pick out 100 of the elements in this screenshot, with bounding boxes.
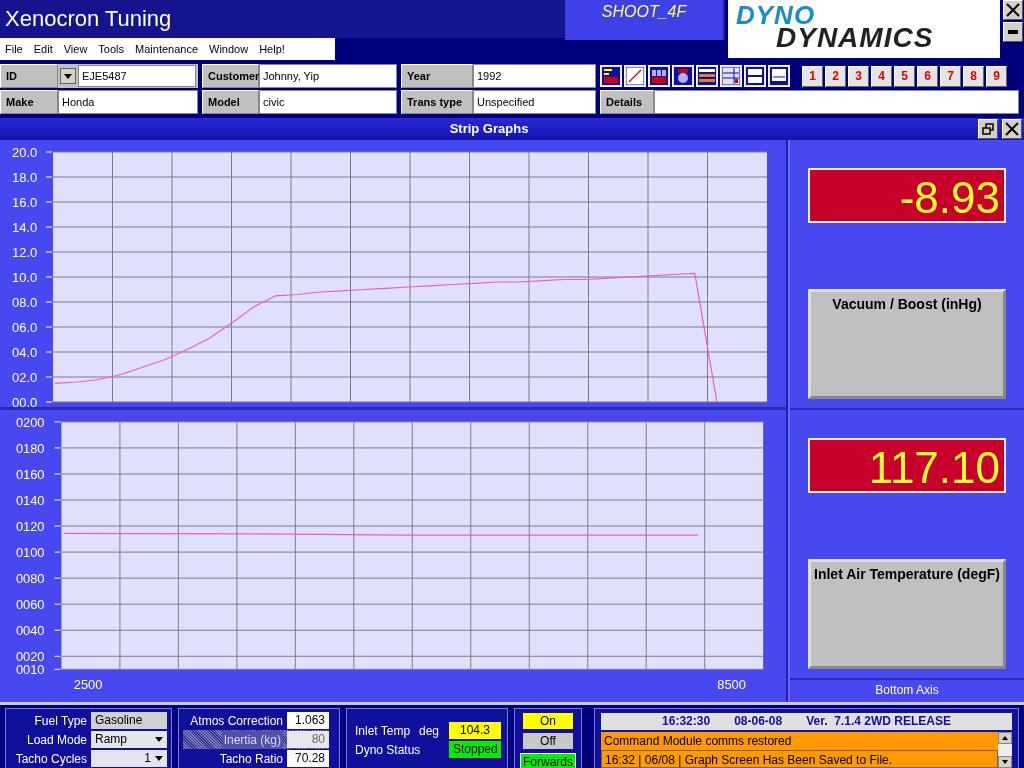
profile-label: SHOOT_4F [565,0,725,40]
menu-item[interactable]: Help! [259,40,285,58]
text-field[interactable]: Unspecified [473,90,596,114]
preset-button[interactable]: 4 [871,65,892,87]
logo: DYNO DYNAMICS [728,0,1000,58]
close-icon [1005,122,1019,136]
axis-title: Bottom Axis [874,682,940,699]
axis-label: 0010 [15,662,45,678]
menu-item[interactable]: Tools [98,40,125,58]
field-label: Load Mode [26,731,87,749]
field-label: Details [600,90,654,114]
toolbar-button[interactable] [648,65,670,87]
minimize-button[interactable] [1003,22,1023,42]
axis-label: 0060 [15,597,45,613]
text-field[interactable]: Honda [58,90,198,114]
field-label: ID [0,64,58,88]
field-label: Dyno Status [355,741,421,759]
field-label: Customer [202,64,259,88]
toolbar-button[interactable] [600,65,622,87]
date-label: 08-06-08 [734,713,783,730]
status-indicator: Stopped [449,741,501,758]
minimize-icon [1008,30,1018,34]
preset-button[interactable]: 8 [963,65,984,87]
preset-button[interactable]: 5 [894,65,915,87]
restore-icon [982,123,994,135]
axis-label: 14.0 [12,220,38,235]
toolbar-button[interactable] [720,65,742,87]
axis-label: 18.0 [12,170,38,185]
dropdown[interactable]: 1 [91,750,167,767]
temperature-value: 104.3 [449,722,501,739]
toggle-button[interactable]: On [523,713,573,729]
dropdown-button[interactable] [60,68,76,84]
toolbar-button[interactable] [744,65,766,87]
preset-button[interactable]: 2 [825,65,846,87]
axis-label: 16.0 [12,195,38,210]
axis-label: 0080 [15,571,45,587]
readout-label: Inlet Air Temperature (degF) [808,559,1006,669]
preset-button[interactable]: 9 [986,65,1007,87]
field-label: Atmos Correction [190,712,283,730]
close-button[interactable] [1003,0,1023,20]
dropdown[interactable]: Ramp [91,731,167,748]
menu-item[interactable]: Window [209,40,249,58]
toolbar-button[interactable] [696,65,718,87]
axis-label: 2500 [73,677,103,693]
menu-item[interactable]: File [5,40,23,58]
axis-label: 06.0 [12,320,38,335]
text-field[interactable]: 1992 [473,64,596,88]
dropdown-arrow-icon [64,73,72,79]
axis-label: 00.0 [12,395,38,407]
version-label: Ver. 7.1.4 2WD RELEASE [806,713,951,730]
toolbar-button[interactable] [624,65,646,87]
bar-meters-icon [650,67,668,85]
value-readout: 117.10 [808,438,1006,493]
text-field[interactable]: Johnny, Yip [259,64,397,88]
field-label: Make [0,90,58,114]
field-label: Year [401,64,473,88]
readout-label: Vacuum / Boost (inHg) [808,289,1006,399]
text-field[interactable]: 70.28 [287,750,329,767]
preset-button[interactable]: 7 [940,65,961,87]
axis-label: 8500 [717,677,746,693]
preset-button[interactable]: 1 [802,65,823,87]
field-label: Tacho Ratio [219,750,283,768]
window-title: Xenocron Tuning [0,0,565,38]
field-label: Model [202,90,259,114]
combo-box[interactable]: EJE5487 [58,64,198,88]
text-field[interactable]: Gasoline [91,712,167,729]
curve-chart-icon [626,67,644,85]
scroll-up-icon [1002,736,1008,740]
menu-item[interactable]: View [63,40,88,58]
strip-lines-icon [698,67,716,85]
scrollbar[interactable] [998,732,1012,768]
field-label: Trans type [401,90,473,114]
gauge-panel-icon [602,67,620,85]
toolbar-button[interactable] [672,65,694,87]
direction-button[interactable]: Forwards [520,753,576,768]
text-field[interactable]: civic [259,90,397,114]
text-field[interactable]: 1.063 [287,712,329,729]
axis-label: 0100 [15,545,45,561]
scroll-down-icon [1002,760,1008,764]
axis-label: 0160 [15,466,45,482]
preset-button[interactable]: 3 [848,65,869,87]
axis-label: 12.0 [12,245,38,260]
field-label: Fuel Type [34,712,87,730]
restore-button[interactable] [978,119,998,139]
dropdown-arrow-icon [155,756,163,761]
value-readout: -8.93 [808,168,1006,223]
toolbar-button[interactable] [768,65,790,87]
close-button[interactable] [1002,119,1022,139]
axis-label: 10.0 [12,270,38,285]
unit-label: deg [418,722,439,740]
panel-title: Strip Graphs [449,121,529,137]
menu-item[interactable]: Edit [33,40,53,58]
toggle-button[interactable]: Off [523,733,573,749]
axis-label: 0200 [15,414,45,430]
axis-label: 0040 [15,623,45,639]
menu-item[interactable]: Maintenance [135,40,199,58]
axis-label: 0180 [15,440,45,456]
text-field[interactable] [654,90,1019,114]
axis-label: 04.0 [12,345,38,360]
preset-button[interactable]: 6 [917,65,938,87]
